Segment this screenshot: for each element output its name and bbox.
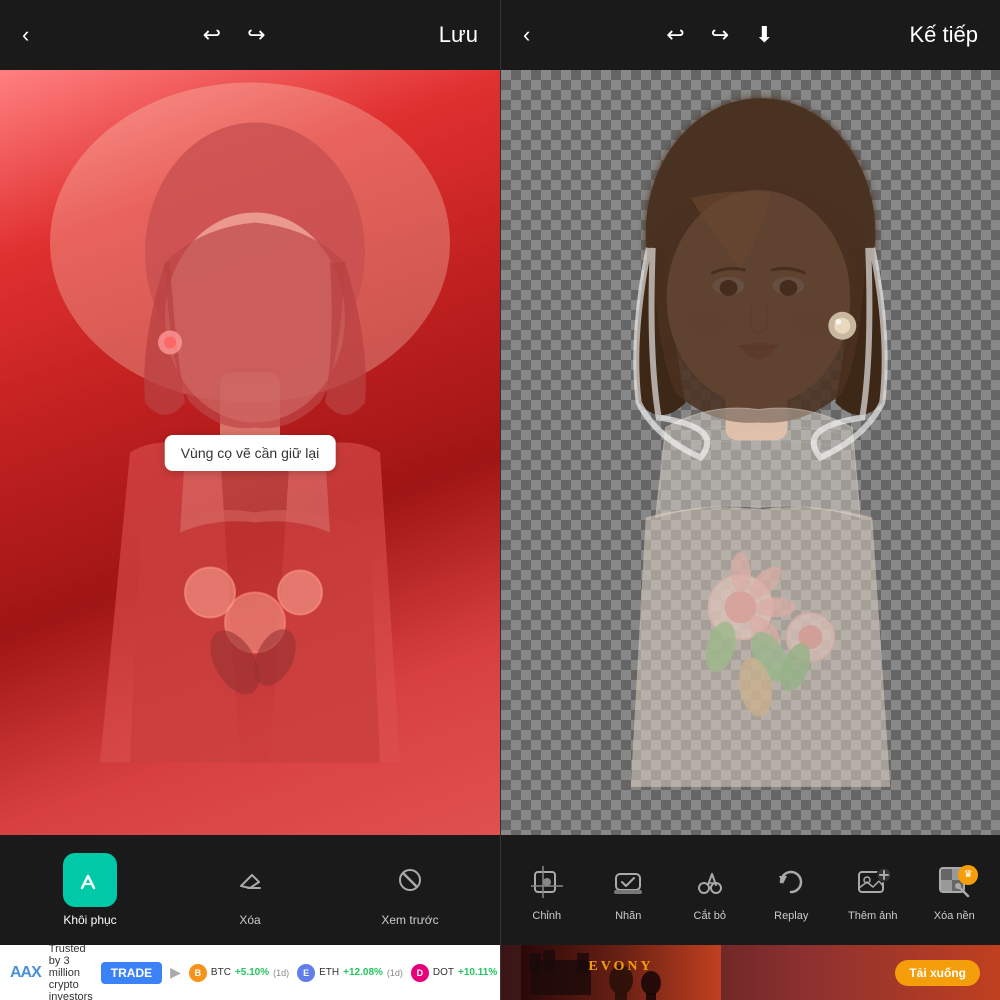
left-back-button[interactable]: ‹ bbox=[18, 20, 33, 50]
left-ad-bar: AAX Trusted by 3 million crypto investor… bbox=[0, 945, 500, 1000]
restore-icon bbox=[76, 866, 104, 894]
preview-icon bbox=[396, 866, 424, 894]
tool-preview[interactable]: Xem trước bbox=[375, 853, 445, 927]
cutout-label: Cắt bỏ bbox=[694, 910, 726, 922]
right-back-button[interactable]: ‹ bbox=[519, 20, 534, 50]
right-topbar-history: ↩ ↪ ⬇ bbox=[662, 20, 777, 50]
ad-logo: AAX bbox=[10, 964, 41, 982]
stamp-label: Nhãn bbox=[615, 910, 641, 922]
left-topbar-history: ↩ ↪ bbox=[199, 20, 270, 50]
replay-label: Replay bbox=[774, 910, 808, 922]
crop-label: Chỉnh bbox=[532, 910, 561, 922]
eth-change: +12.08% bbox=[343, 967, 383, 978]
ad-tagline: Trusted by 3 million crypto investors bbox=[49, 945, 93, 1000]
tool-crop[interactable]: Chỉnh bbox=[517, 859, 577, 922]
right-next-button[interactable]: Kế tiếp bbox=[905, 20, 982, 50]
right-woman-svg bbox=[501, 70, 1000, 835]
dot-change: +10.11% bbox=[458, 967, 497, 978]
restore-icon-wrap bbox=[63, 853, 117, 907]
left-topbar-right: Lưu bbox=[435, 20, 482, 50]
tool-stamp[interactable]: Nhãn bbox=[598, 859, 658, 922]
right-ad-banner[interactable]: EVONY Tải xuống bbox=[501, 945, 1000, 1000]
preview-icon-wrap bbox=[383, 853, 437, 907]
dot-icon: D bbox=[411, 964, 429, 982]
left-topbar: ‹ ↩ ↪ Lưu bbox=[0, 0, 500, 70]
left-redo-button[interactable]: ↪ bbox=[243, 20, 269, 50]
preview-label: Xem trước bbox=[381, 913, 438, 927]
erase-label: Xóa bbox=[239, 913, 260, 927]
restore-label: Khôi phục bbox=[63, 913, 116, 927]
ad-trade-button[interactable]: TRADE bbox=[101, 962, 162, 984]
replay-icon bbox=[768, 859, 814, 905]
left-panel: ‹ ↩ ↪ Lưu bbox=[0, 0, 500, 1000]
eth-period: (1d) bbox=[387, 968, 403, 978]
tool-restore[interactable]: Khôi phục bbox=[55, 853, 125, 927]
tool-replay[interactable]: Replay bbox=[761, 859, 821, 922]
eth-icon: E bbox=[297, 964, 315, 982]
ad-download-button[interactable]: Tải xuống bbox=[895, 960, 980, 986]
right-download-button[interactable]: ⬇ bbox=[751, 20, 777, 50]
tool-bg-remove[interactable]: ♛ Xóa nền bbox=[924, 859, 984, 922]
dot-ticker: D DOT +10.11% (1d) bbox=[411, 964, 500, 982]
btc-change: +5.10% bbox=[235, 967, 269, 978]
ad-game-content: EVONY Tải xuống bbox=[501, 945, 1000, 1000]
btc-icon: B bbox=[189, 964, 207, 982]
btc-period: (1d) bbox=[273, 968, 289, 978]
left-image-bg: Vùng cọ vẽ cần giữ lại bbox=[0, 70, 500, 835]
tooltip: Vùng cọ vẽ cần giữ lại bbox=[165, 435, 336, 471]
right-topbar-right: Kế tiếp bbox=[905, 20, 982, 50]
left-image-area[interactable]: Vùng cọ vẽ cần giữ lại bbox=[0, 70, 500, 835]
right-redo-button[interactable]: ↪ bbox=[707, 20, 733, 50]
left-save-button[interactable]: Lưu bbox=[435, 20, 482, 50]
cutout-icon bbox=[687, 859, 733, 905]
left-undo-button[interactable]: ↩ bbox=[199, 20, 225, 50]
game-art: EVONY bbox=[521, 945, 721, 1000]
right-bottom-toolbar: Chỉnh Nhãn Cắt bbox=[501, 835, 1000, 945]
erase-icon-wrap bbox=[223, 853, 277, 907]
ad-logo-suffix: X bbox=[31, 964, 41, 981]
crop-icon bbox=[524, 859, 570, 905]
right-topbar: ‹ ↩ ↪ ⬇ Kế tiếp bbox=[501, 0, 1000, 70]
right-image-bg bbox=[501, 70, 1000, 835]
erase-icon bbox=[236, 866, 264, 894]
crown-badge: ♛ bbox=[958, 865, 978, 885]
left-topbar-left: ‹ bbox=[18, 20, 33, 50]
btc-ticker: B BTC +5.10% (1d) bbox=[189, 964, 289, 982]
right-topbar-left: ‹ bbox=[519, 20, 534, 50]
tool-erase[interactable]: Xóa bbox=[215, 853, 285, 927]
left-bottom-toolbar: Khôi phục Xóa Xem trước bbox=[0, 835, 500, 945]
tool-add-photo[interactable]: Thêm ảnh bbox=[843, 859, 903, 922]
add-photo-label: Thêm ảnh bbox=[848, 910, 898, 922]
right-image-area[interactable] bbox=[501, 70, 1000, 835]
ad-logo-prefix: AA bbox=[10, 964, 31, 981]
ad-arrow-icon: ▶ bbox=[170, 964, 181, 981]
right-panel: ‹ ↩ ↪ ⬇ Kế tiếp bbox=[500, 0, 1000, 1000]
btc-symbol: BTC bbox=[211, 967, 231, 978]
tool-cutout[interactable]: Cắt bỏ bbox=[680, 859, 740, 922]
stamp-icon bbox=[605, 859, 651, 905]
bg-remove-label: Xóa nền bbox=[934, 910, 975, 922]
right-undo-button[interactable]: ↩ bbox=[662, 20, 688, 50]
left-image-content: Vùng cọ vẽ cần giữ lại bbox=[0, 70, 500, 835]
dot-symbol: DOT bbox=[433, 967, 454, 978]
eth-symbol: ETH bbox=[319, 967, 339, 978]
eth-ticker: E ETH +12.08% (1d) bbox=[297, 964, 403, 982]
add-photo-icon bbox=[850, 859, 896, 905]
svg-text:EVONY: EVONY bbox=[588, 959, 653, 974]
